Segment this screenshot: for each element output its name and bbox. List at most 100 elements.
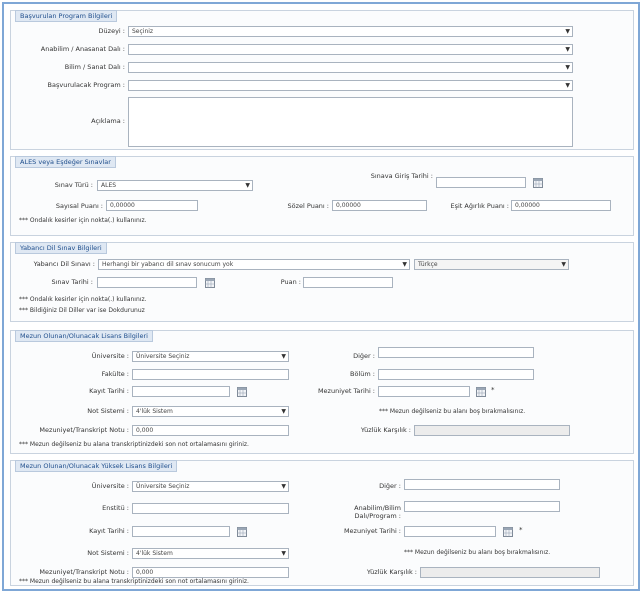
chevron-down-icon: ▼ [281, 353, 286, 360]
chevron-down-icon: ▼ [565, 64, 570, 71]
grade-system-value: 4'lük Sistem [136, 550, 173, 557]
calendar-icon[interactable] [205, 278, 215, 288]
gpa-label: Mezuniyet/Transkript Notu : [39, 568, 129, 576]
equivalent-label: Yüzlük Karşılık : [360, 426, 411, 434]
chevron-down-icon: ▼ [281, 408, 286, 415]
other-input[interactable] [378, 347, 534, 358]
calendar-icon[interactable] [237, 387, 247, 397]
numerical-score-input[interactable]: 0,00000 [106, 200, 198, 211]
study-field-label: Anabilim / Anasanat Dalı : [40, 45, 125, 53]
bachelor-section: Mezun Olunan/Olunacak Lisans Bilgileri Ü… [10, 330, 634, 454]
language-exam-value: Herhangi bir yabancı dil sınav sonucum y… [102, 261, 234, 268]
decimal-note: *** Ondalık kesirler için nokta(.) kulla… [19, 217, 147, 224]
chevron-down-icon: ▼ [565, 28, 570, 35]
calendar-icon[interactable] [533, 178, 543, 188]
verbal-score-label: Sözel Puanı : [287, 202, 329, 210]
exam-date-label: Sınav Tarihi : [51, 278, 94, 286]
graduation-date-input[interactable] [404, 526, 496, 537]
graduation-note: *** Mezun değilseniz bu alanı boş bırakm… [404, 549, 551, 556]
exam-date-input[interactable] [436, 177, 526, 188]
chevron-down-icon: ▼ [565, 46, 570, 53]
entry-date-input[interactable] [132, 526, 230, 537]
program-select[interactable]: ▼ [128, 80, 573, 91]
language-value: Türkçe [418, 261, 438, 268]
description-label: Açıklama : [91, 117, 125, 125]
gpa-label: Mezuniyet/Transkript Notu : [39, 426, 129, 434]
decimal-note: *** Ondalık kesirler için nokta(.) kulla… [19, 296, 147, 303]
university-label: Üniversite : [91, 482, 129, 490]
faculty-input[interactable] [132, 369, 289, 380]
language-exam-section: Yabancı Dil Sınav Bilgileri Yabancı Dil … [10, 242, 634, 322]
faculty-label: Fakülte : [101, 370, 129, 378]
equivalent-input [414, 425, 570, 436]
required-star: * [519, 526, 523, 534]
graduation-note: *** Mezun değilseniz bu alanı boş bırakm… [379, 408, 526, 415]
graduation-date-input[interactable] [378, 386, 470, 397]
gpa-input[interactable]: 0,000 [132, 425, 289, 436]
program-label: Başvurulacak Program : [47, 81, 125, 89]
study-field-select[interactable]: ▼ [128, 44, 573, 55]
graduation-date-label: Mezuniyet Tarihi : [317, 387, 375, 395]
gpa-note: *** Mezun değilseniz bu alana transkript… [19, 578, 249, 585]
department-input[interactable] [378, 369, 534, 380]
equivalent-input [420, 567, 600, 578]
level-value: Seçiniz [132, 28, 154, 35]
equivalent-label: Yüzlük Karşılık : [366, 568, 417, 576]
language-note: *** Bildiğiniz Dil Diller var ise Dokdur… [19, 307, 145, 314]
numerical-score-label: Sayısal Puanı : [55, 202, 103, 210]
chevron-down-icon: ▼ [245, 182, 250, 189]
chevron-down-icon: ▼ [561, 261, 566, 268]
verbal-score-input[interactable]: 0,00000 [332, 200, 427, 211]
department-label: Bilim / Sanat Dalı : [64, 63, 125, 71]
institute-input[interactable] [132, 503, 289, 514]
gpa-note: *** Mezun değilseniz bu alana transkript… [19, 441, 249, 448]
program-input[interactable] [404, 501, 560, 512]
grade-system-label: Not Sistemi : [87, 407, 129, 415]
chevron-down-icon: ▼ [281, 483, 286, 490]
score-input[interactable] [303, 277, 393, 288]
description-textarea[interactable] [128, 97, 573, 147]
institute-label: Enstitü : [102, 504, 129, 512]
exam-type-select[interactable]: ALES ▼ [97, 180, 253, 191]
gpa-input[interactable]: 0,000 [132, 567, 289, 578]
section-title: Başvurulan Program Bilgileri [15, 10, 118, 22]
other-label: Diğer : [353, 352, 375, 360]
other-input[interactable] [404, 479, 560, 490]
chevron-down-icon: ▼ [565, 82, 570, 89]
program-label: Anabilim/Bilim Dalı/Program : [354, 504, 401, 520]
language-select[interactable]: Türkçe ▼ [414, 259, 569, 270]
score-label: Puan : [280, 278, 301, 286]
chevron-down-icon: ▼ [402, 261, 407, 268]
application-form: Başvurulan Program Bilgileri Düzeyi : Se… [2, 2, 640, 591]
calendar-icon[interactable] [476, 387, 486, 397]
department-select[interactable]: ▼ [128, 62, 573, 73]
entry-date-input[interactable] [132, 386, 230, 397]
entry-date-label: Kayıt Tarihi : [89, 387, 129, 395]
grade-system-select[interactable]: 4'lük Sistem ▼ [132, 548, 289, 559]
applied-program-section: Başvurulan Program Bilgileri Düzeyi : Se… [10, 10, 634, 150]
university-value: Üniversite Seçiniz [136, 353, 190, 360]
grade-system-select[interactable]: 4'lük Sistem ▼ [132, 406, 289, 417]
graduation-date-label: Mezuniyet Tarihi : [343, 527, 401, 535]
level-select[interactable]: Seçiniz ▼ [128, 26, 573, 37]
grade-system-value: 4'lük Sistem [136, 408, 173, 415]
equal-weight-score-input[interactable]: 0,00000 [511, 200, 611, 211]
entry-date-label: Kayıt Tarihi : [89, 527, 129, 535]
calendar-icon[interactable] [237, 527, 247, 537]
university-select[interactable]: Üniversite Seçiniz ▼ [132, 351, 289, 362]
ales-section: ALES veya Eşdeğer Sınavlar Sınav Türü : … [10, 156, 634, 236]
language-exam-label: Yabancı Dil Sınavı : [33, 260, 95, 268]
university-label: Üniversite : [91, 352, 129, 360]
exam-type-value: ALES [101, 182, 117, 189]
section-title: Yabancı Dil Sınav Bilgileri [15, 242, 107, 254]
language-exam-select[interactable]: Herhangi bir yabancı dil sınav sonucum y… [98, 259, 410, 270]
calendar-icon[interactable] [503, 527, 513, 537]
university-select[interactable]: Üniversite Seçiniz ▼ [132, 481, 289, 492]
grade-system-label: Not Sistemi : [87, 549, 129, 557]
section-title: ALES veya Eşdeğer Sınavlar [15, 156, 116, 168]
other-label: Diğer : [379, 482, 401, 490]
equal-weight-score-label: Eşit Ağırlık Puanı : [450, 202, 510, 210]
required-star: * [491, 386, 495, 394]
exam-date-input[interactable] [97, 277, 197, 288]
chevron-down-icon: ▼ [281, 550, 286, 557]
